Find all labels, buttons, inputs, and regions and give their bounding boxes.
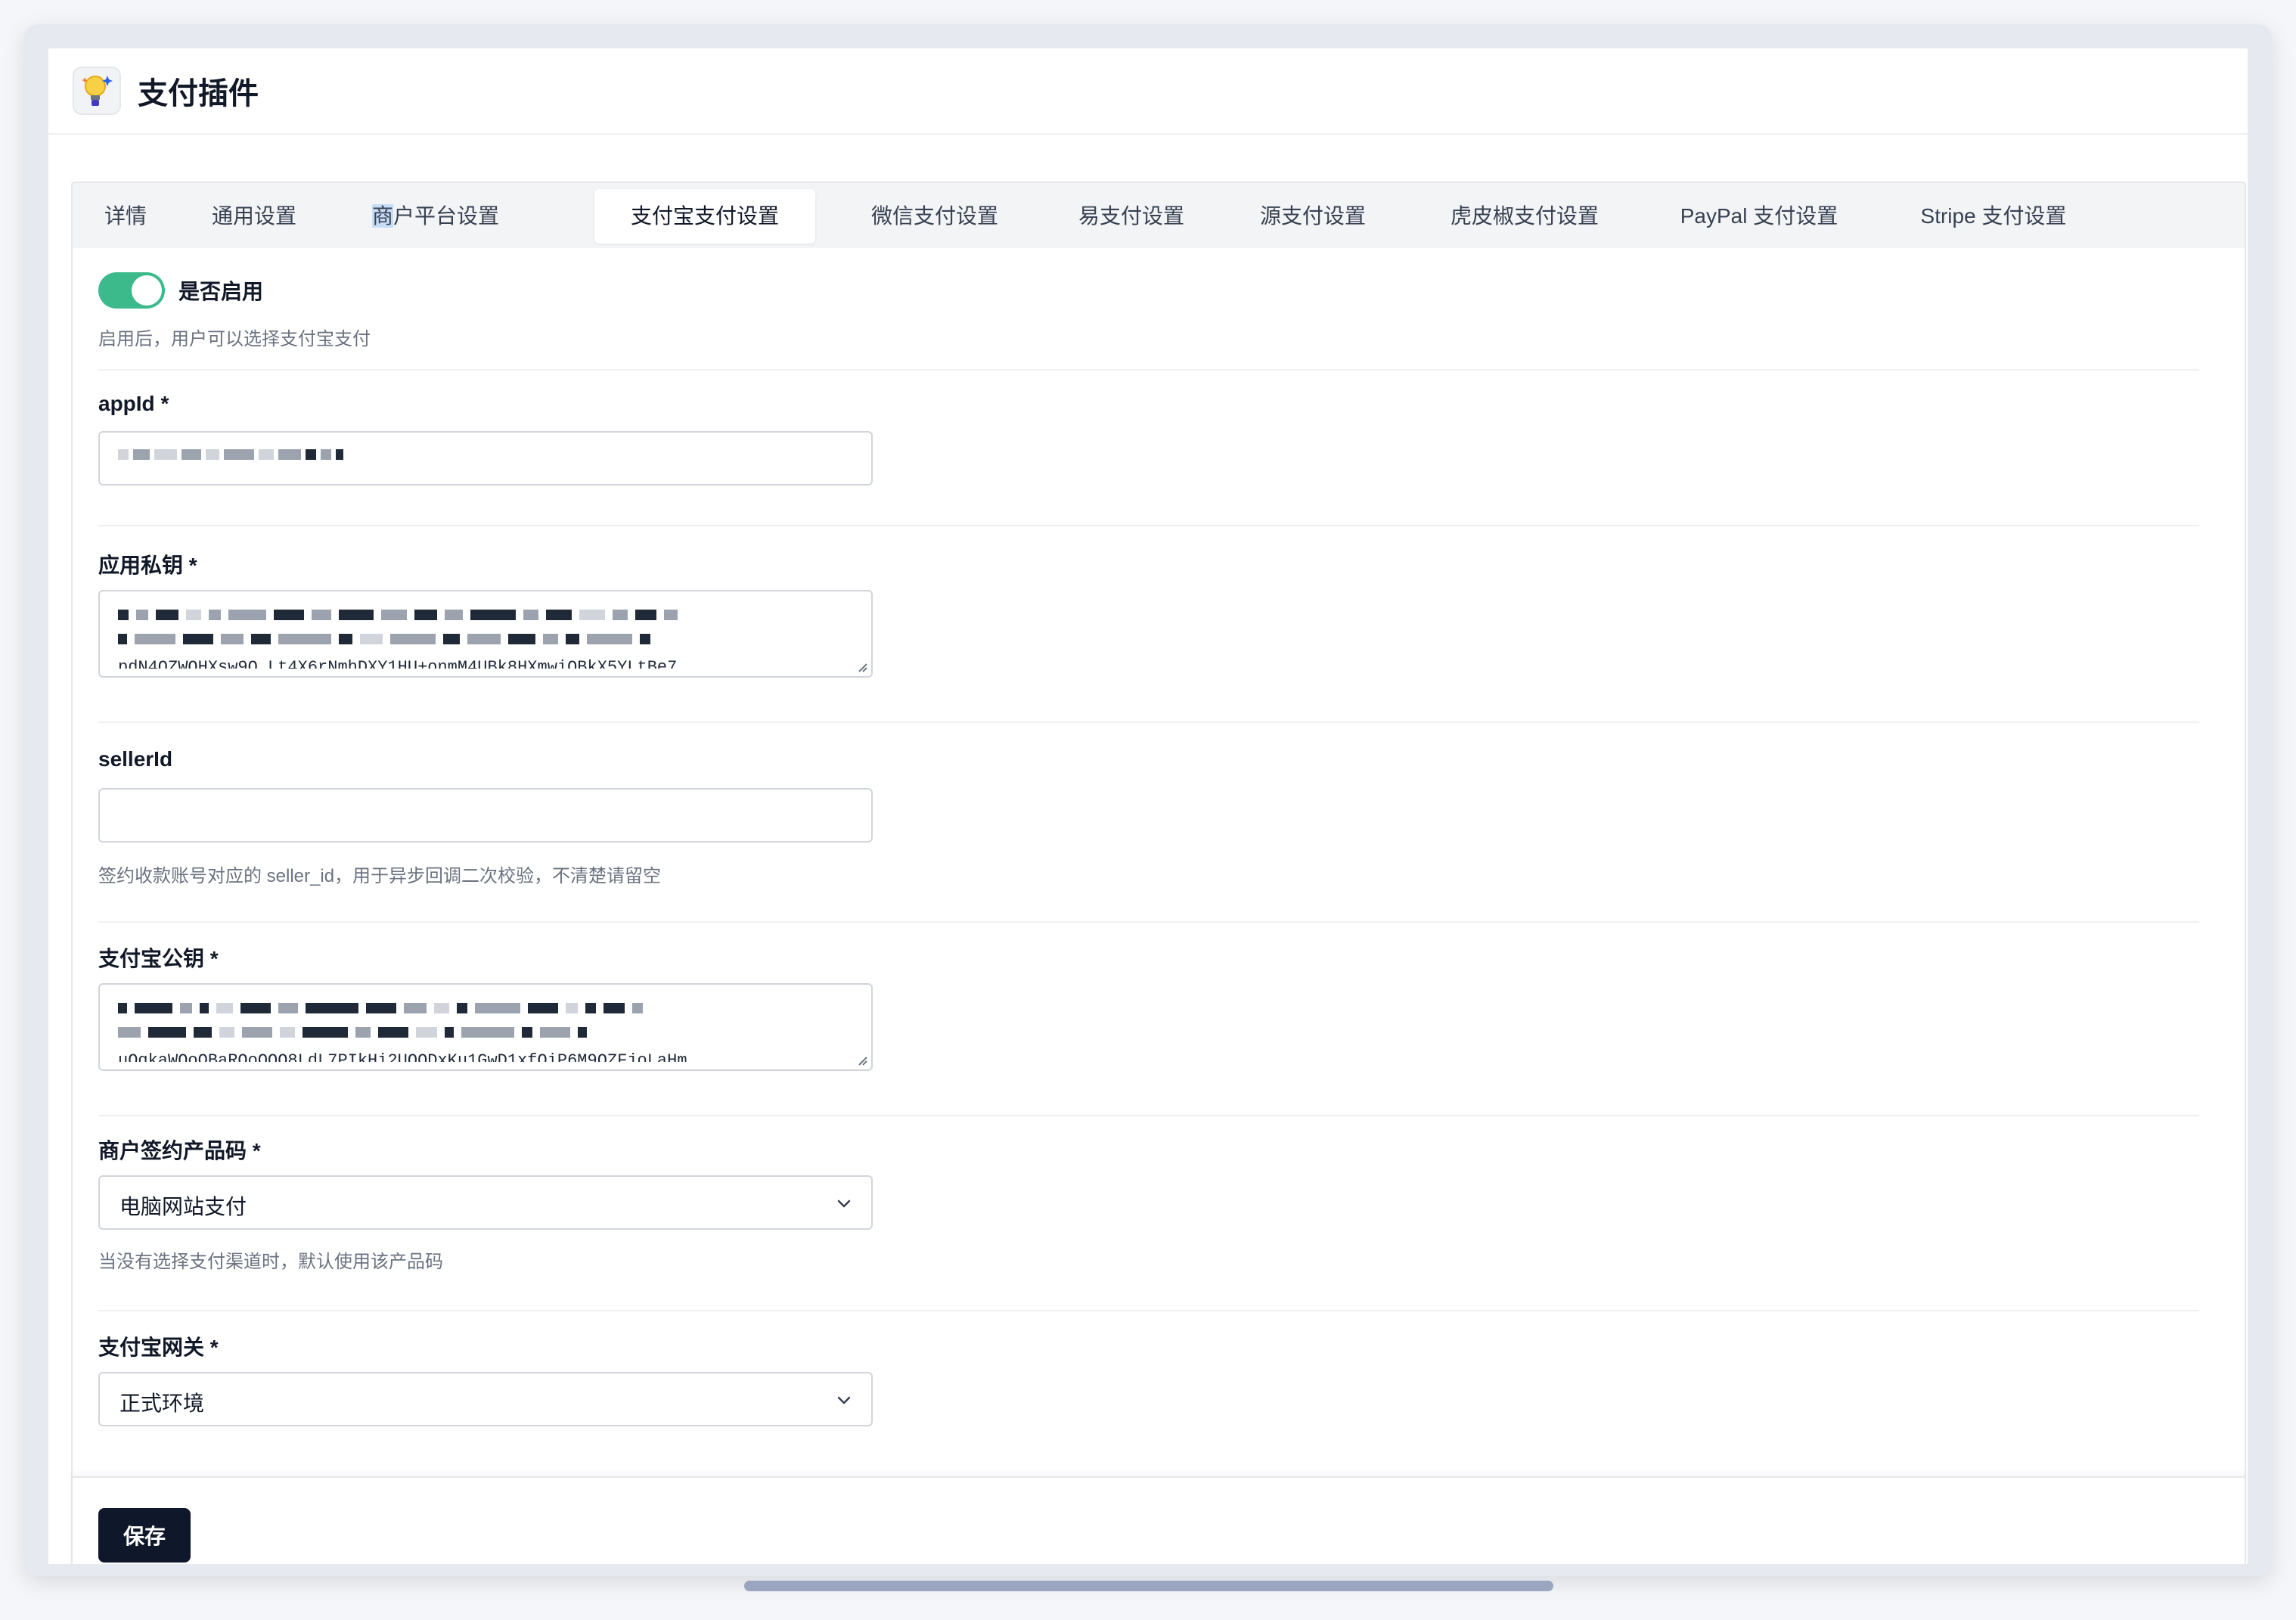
seller-id-field: sellerId 签约收款账号对应的 seller_id，用于异步回调二次校验，… <box>98 747 2199 898</box>
redacted-line <box>118 1003 853 1016</box>
page-header: 支付插件 <box>48 48 2248 135</box>
seller-id-input[interactable] <box>98 788 873 843</box>
enable-field: 是否启用 启用后，用户可以选择支付宝支付 <box>98 272 2199 349</box>
tab-alipay-settings[interactable]: 支付宝支付设置 <box>594 189 815 244</box>
product-code-help: 当没有选择支付渠道时，默认使用该产品码 <box>98 1252 443 1272</box>
enable-help: 启用后，用户可以选择支付宝支付 <box>98 329 371 349</box>
chevron-down-icon <box>837 1199 851 1208</box>
product-code-value: 电脑网站支付 <box>119 1195 247 1218</box>
gateway-label: 支付宝网关 * <box>98 1336 219 1359</box>
gateway-select[interactable]: 正式环境 <box>98 1372 873 1426</box>
tab-merchant-platform-settings[interactable]: 商户平台设置 <box>360 189 511 244</box>
divider <box>98 1115 2199 1116</box>
divider <box>98 1310 2199 1311</box>
chevron-down-icon <box>837 1396 851 1404</box>
redacted-line <box>118 634 853 647</box>
tab-xunhupay-settings[interactable]: 虎皮椒支付设置 <box>1426 189 1623 244</box>
enable-label: 是否启用 <box>178 280 264 303</box>
app-window: 支付插件 详情 通用设置 商户平台设置 支付宝支付设置 微信支付设置 易支付设置… <box>24 24 2272 1576</box>
alipay-settings-form: 是否启用 启用后，用户可以选择支付宝支付 appId * 应用私钥 * pdN4… <box>71 248 2246 1491</box>
divider <box>98 722 2199 723</box>
bulb-icon <box>73 67 121 115</box>
redacted-value <box>118 449 853 463</box>
gateway-value: 正式环境 <box>119 1392 205 1415</box>
private-key-overflow-text: pdN4QZWQHXsw9Q Lt4X6rNmhDXY1HU+onmM4UBk8… <box>118 658 678 669</box>
tab-epay-settings[interactable]: 易支付设置 <box>1063 189 1199 244</box>
alipay-public-key-overflow-text: uQqkaWQoOBaRQoOQQ8LdL7PIkHi2UQQDxKu1GwD1… <box>118 1051 687 1062</box>
product-code-select[interactable]: 电脑网站支付 <box>98 1175 873 1230</box>
appid-field: appId * <box>98 392 2199 498</box>
main-panel: 支付插件 详情 通用设置 商户平台设置 支付宝支付设置 微信支付设置 易支付设置… <box>48 48 2248 1564</box>
resize-grip-icon[interactable] <box>856 661 868 673</box>
enable-toggle[interactable] <box>98 272 165 309</box>
horizontal-scrollbar[interactable] <box>744 1581 1553 1591</box>
divider <box>98 525 2199 526</box>
tab-source-pay-settings[interactable]: 源支付设置 <box>1245 189 1381 244</box>
toggle-knob <box>132 275 162 306</box>
alipay-public-key-label: 支付宝公钥 * <box>98 947 219 970</box>
form-footer: 保存 <box>71 1476 2246 1564</box>
seller-id-help: 签约收款账号对应的 seller_id，用于异步回调二次校验，不清楚请留空 <box>98 866 662 886</box>
redacted-line <box>118 610 853 623</box>
tab-label-rest: 户平台设置 <box>393 204 500 228</box>
save-button[interactable]: 保存 <box>98 1508 191 1563</box>
gateway-field: 支付宝网关 * 正式环境 <box>98 1331 2199 1482</box>
alipay-public-key-textarea[interactable]: uQqkaWQoOBaRQoOQQ8LdL7PIkHi2UQQDxKu1GwD1… <box>98 983 873 1071</box>
redacted-line <box>118 1027 853 1041</box>
product-code-label: 商户签约产品码 * <box>98 1139 261 1162</box>
appid-label: appId * <box>98 392 169 415</box>
divider <box>98 369 2199 371</box>
tab-details[interactable]: 详情 <box>88 189 163 244</box>
tab-wechat-pay-settings[interactable]: 微信支付设置 <box>852 189 1018 244</box>
tab-general-settings[interactable]: 通用设置 <box>194 189 315 244</box>
settings-tabs: 详情 通用设置 商户平台设置 支付宝支付设置 微信支付设置 易支付设置 源支付设… <box>71 182 2246 248</box>
tab-stripe-settings[interactable]: Stripe 支付设置 <box>1895 189 2092 244</box>
tab-paypal-settings[interactable]: PayPal 支付设置 <box>1668 189 1850 244</box>
page-title: 支付插件 <box>138 77 259 110</box>
private-key-field: 应用私钥 * pdN4QZWQHXsw9Q Lt4X6rNmhDXY1HU+on… <box>98 549 2199 700</box>
alipay-public-key-field: 支付宝公钥 * uQqkaWQoOBaRQoOQQ8LdL7PIkHi2UQQD… <box>98 942 2199 1094</box>
private-key-label: 应用私钥 * <box>98 554 197 577</box>
product-code-field: 商户签约产品码 * 电脑网站支付 当没有选择支付渠道时，默认使用该产品码 <box>98 1134 2199 1286</box>
appid-input[interactable] <box>98 431 873 486</box>
tab-highlighted-char: 商 <box>371 204 393 228</box>
resize-grip-icon[interactable] <box>856 1054 868 1066</box>
settings-area: 详情 通用设置 商户平台设置 支付宝支付设置 微信支付设置 易支付设置 源支付设… <box>71 182 2246 1564</box>
private-key-textarea[interactable]: pdN4QZWQHXsw9Q Lt4X6rNmhDXY1HU+onmM4UBk8… <box>98 590 873 678</box>
seller-id-label: sellerId <box>98 747 173 771</box>
divider <box>98 921 2199 923</box>
